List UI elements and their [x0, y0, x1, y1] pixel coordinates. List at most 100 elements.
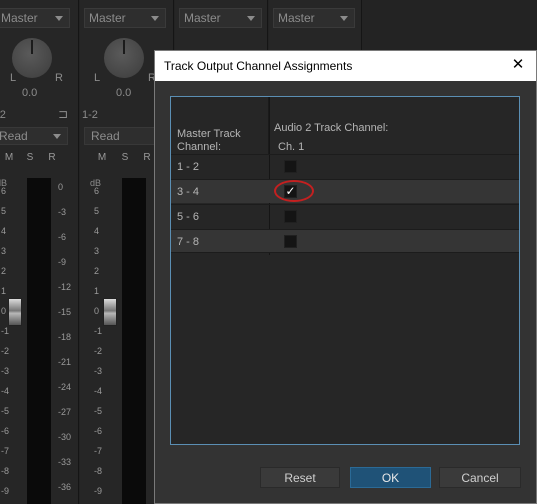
row-label: 7 - 8: [177, 236, 200, 248]
scale-tick-label: -9: [1, 486, 10, 496]
scale-tick-label: 6: [94, 186, 100, 196]
scale-tick-label: -4: [94, 386, 103, 396]
scale-tick-label: -7: [94, 446, 103, 456]
scale-tick-label: -15: [58, 307, 72, 317]
scale-tick-label: -6: [1, 426, 10, 436]
mixer-strip-1: Master L R 0.0 1-2 ⊐ Read M S R dB 65432…: [0, 0, 79, 504]
output-dropdown[interactable]: Master: [84, 8, 166, 28]
scale-tick-label: -1: [94, 326, 103, 336]
scale-tick-label: -24: [58, 382, 72, 392]
scale-tick-label: 0: [1, 306, 7, 316]
close-icon[interactable]: ✕: [509, 56, 527, 74]
scale-tick-label: -18: [58, 332, 72, 342]
scale-tick-label: -30: [58, 432, 72, 442]
assignment-row: 1 - 2: [171, 154, 519, 178]
scale-tick-label: 0: [58, 182, 64, 192]
reset-button[interactable]: Reset: [260, 467, 340, 488]
pan-left-label: L: [10, 72, 17, 84]
scale-tick-label: -33: [58, 457, 72, 467]
knob-indicator: [31, 40, 33, 54]
channel-assignment-grid: Master Track Channel: Audio 2 Track Chan…: [170, 96, 520, 445]
volume-fader[interactable]: [8, 298, 22, 326]
output-dropdown[interactable]: Master: [179, 8, 262, 28]
scale-tick-label: 1: [1, 286, 7, 296]
automation-value: Read: [0, 129, 28, 143]
channel-label: 1-2: [0, 109, 6, 121]
level-meter: [27, 178, 51, 504]
cancel-button[interactable]: Cancel: [439, 467, 521, 488]
chevron-down-icon: [151, 16, 159, 21]
solo-button[interactable]: S: [22, 151, 38, 165]
chevron-down-icon: [340, 16, 348, 21]
scale-tick-label: -8: [94, 466, 103, 476]
scale-tick-label: -3: [94, 366, 103, 376]
channel-label: 1-2: [82, 109, 98, 121]
channel-sub-label: Ch. 1: [278, 141, 305, 153]
assignment-row: 5 - 6: [171, 204, 519, 228]
scale-tick-label: 3: [94, 246, 100, 256]
assignment-row: 7 - 8: [171, 229, 519, 253]
record-button[interactable]: R: [44, 151, 60, 165]
scale-tick-label: -2: [94, 346, 103, 356]
scale-tick-label: -5: [1, 406, 10, 416]
scale-tick-label: 0: [94, 306, 100, 316]
output-value: Master: [278, 11, 315, 25]
scale-tick-label: -2: [1, 346, 10, 356]
master-column-header: Master Track Channel:: [171, 97, 269, 154]
chevron-down-icon: [247, 16, 255, 21]
scale-tick-label: 3: [1, 246, 7, 256]
row-label: 1 - 2: [177, 161, 200, 173]
assignment-row: 3 - 4 ✓: [171, 179, 519, 203]
volume-fader[interactable]: [103, 298, 117, 326]
solo-button[interactable]: S: [117, 151, 133, 165]
scale-tick-label: 4: [94, 226, 100, 236]
scale-tick-label: -6: [94, 426, 103, 436]
scale-tick-label: 2: [94, 266, 100, 276]
track-output-channel-dialog: Track Output Channel Assignments ✕ Maste…: [154, 50, 537, 504]
row-label: 3 - 4: [177, 186, 200, 198]
chevron-down-icon: [55, 16, 63, 21]
pan-value: 0.0: [116, 87, 132, 99]
pan-knob[interactable]: [12, 38, 52, 78]
scale-tick-label: -3: [1, 366, 10, 376]
automation-dropdown[interactable]: Read: [0, 127, 68, 145]
scale-tick-label: -12: [58, 282, 72, 292]
track-header-label: Audio 2 Track Channel:: [274, 122, 389, 134]
pan-knob[interactable]: [104, 38, 144, 78]
automation-value: Read: [91, 129, 120, 143]
scale-tick-label: -21: [58, 357, 72, 367]
master-header-label: Master Track Channel:: [177, 128, 241, 153]
scale-tick-label: -6: [58, 232, 67, 242]
output-value: Master: [184, 11, 221, 25]
scale-tick-label: -1: [1, 326, 10, 336]
level-meter: [122, 178, 146, 504]
pan-value: 0.0: [22, 87, 38, 99]
ok-button[interactable]: OK: [350, 467, 431, 488]
mute-button[interactable]: M: [94, 151, 110, 165]
mute-button[interactable]: M: [1, 151, 17, 165]
dialog-titlebar: Track Output Channel Assignments ✕: [155, 51, 536, 81]
channel-checkbox[interactable]: [284, 210, 297, 223]
scale-tick-label: 1: [94, 286, 100, 296]
channel-checkbox[interactable]: [284, 160, 297, 173]
scale-tick-label: -4: [1, 386, 10, 396]
scale-tick-label: -5: [94, 406, 103, 416]
output-dropdown[interactable]: Master: [273, 8, 355, 28]
chevron-down-icon: [53, 134, 61, 139]
scale-tick-label: -27: [58, 407, 72, 417]
scale-tick-label: -7: [1, 446, 10, 456]
output-dropdown[interactable]: Master: [0, 8, 70, 28]
routing-icon[interactable]: ⊐: [58, 107, 68, 121]
output-value: Master: [89, 11, 126, 25]
scale-tick-label: -9: [94, 486, 103, 496]
scale-tick-label: 2: [1, 266, 7, 276]
scale-tick-label: 4: [1, 226, 7, 236]
scale-tick-label: -9: [58, 257, 67, 267]
output-value: Master: [1, 11, 38, 25]
scale-tick-label: 5: [1, 206, 7, 216]
channel-checkbox[interactable]: [284, 235, 297, 248]
pan-right-label: R: [55, 72, 63, 84]
record-button[interactable]: R: [139, 151, 155, 165]
scale-tick-label: -8: [1, 466, 10, 476]
scale-tick-label: 6: [1, 186, 7, 196]
